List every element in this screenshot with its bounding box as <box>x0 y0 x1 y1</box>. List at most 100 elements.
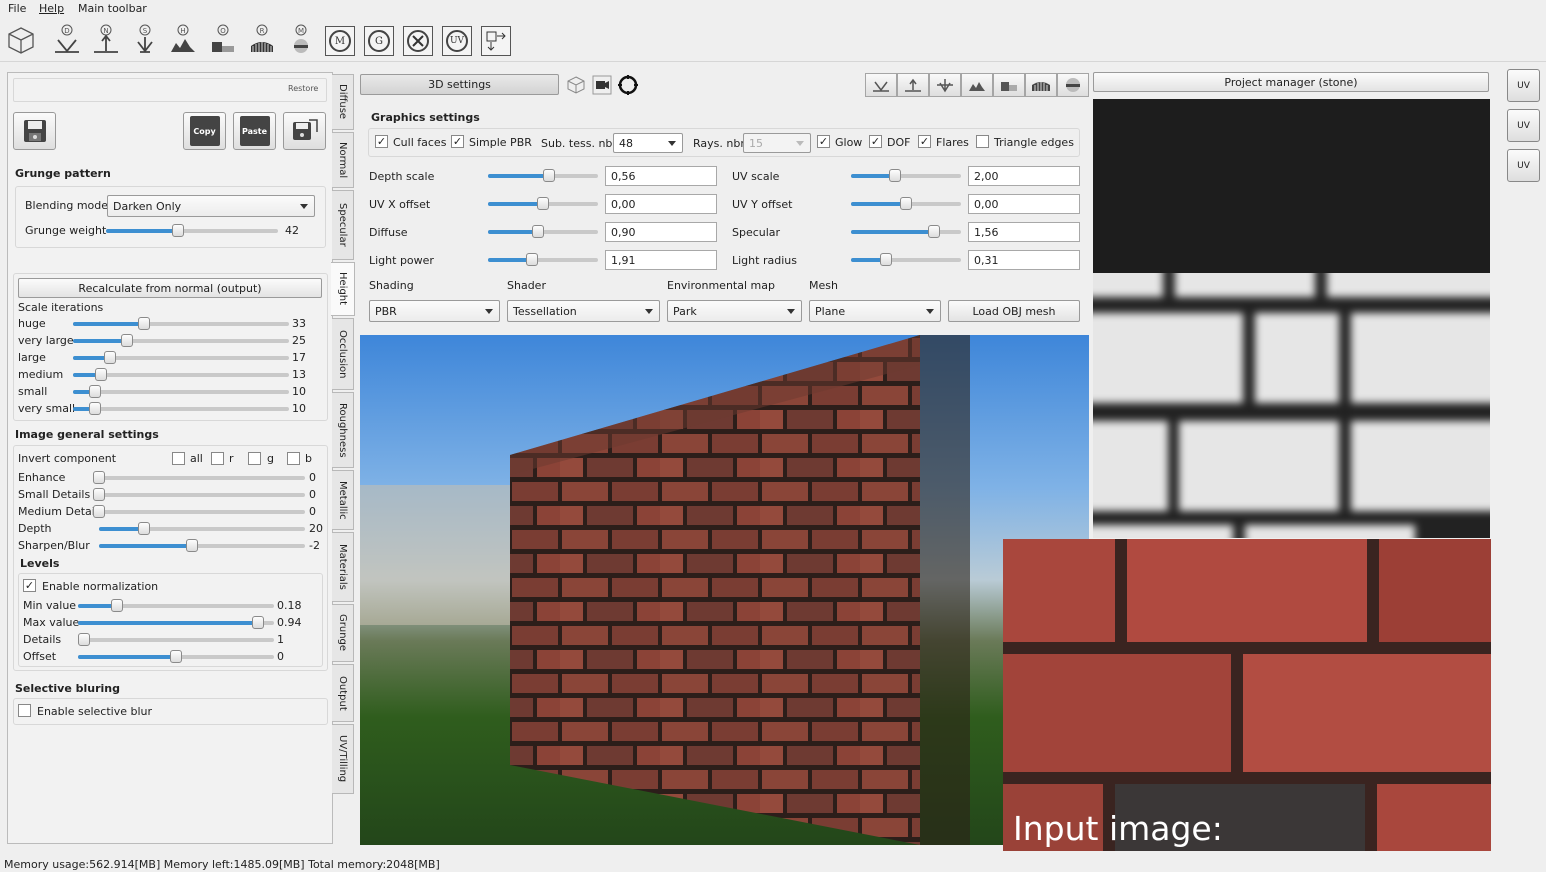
tab-uv-tilling[interactable]: UV/Tilling <box>332 724 354 794</box>
slider-handle[interactable] <box>537 197 549 210</box>
slider-handle[interactable] <box>889 169 901 182</box>
save-as-button[interactable] <box>283 112 326 150</box>
grunge-icon[interactable]: G <box>364 26 394 56</box>
small-roughness-icon[interactable] <box>1025 73 1057 97</box>
slider-handle[interactable] <box>531 225 544 238</box>
param-slider[interactable] <box>851 169 961 182</box>
rays-spinbox[interactable]: 15 <box>743 133 811 153</box>
slider-handle[interactable] <box>170 650 182 663</box>
copy-button[interactable]: Copy <box>183 112 226 150</box>
metallic-icon[interactable]: M <box>285 24 317 56</box>
project-manager-button[interactable]: Project manager (stone) <box>1093 72 1489 92</box>
environmental-map-select[interactable]: Park <box>667 300 802 322</box>
slider-handle[interactable] <box>93 488 105 501</box>
uv-move-button[interactable]: UV <box>1507 69 1540 102</box>
slider-handle[interactable] <box>88 385 101 398</box>
slider-handle[interactable] <box>526 253 538 266</box>
shading-select[interactable]: PBR <box>369 300 500 322</box>
tab-diffuse[interactable]: Diffuse <box>332 74 354 130</box>
menu-help[interactable]: Help <box>39 2 64 15</box>
slider-handle[interactable] <box>138 522 151 535</box>
levels-slider[interactable] <box>78 650 274 663</box>
tab-specular[interactable]: Specular <box>332 190 354 260</box>
slider-handle[interactable] <box>111 599 124 612</box>
glow-checkbox[interactable]: ✓ <box>817 135 830 148</box>
levels-slider[interactable] <box>78 599 274 612</box>
selective-blur-checkbox[interactable] <box>18 704 31 717</box>
occlusion-icon[interactable]: O <box>207 24 239 56</box>
invert-g-checkbox[interactable] <box>248 452 261 465</box>
tab-metallic[interactable]: Metallic <box>332 470 354 530</box>
sub-tess-spinbox[interactable]: 48 <box>613 133 683 153</box>
small-diffuse-icon[interactable] <box>865 73 897 97</box>
param-input[interactable]: 1,56 <box>968 222 1080 242</box>
uv-icon[interactable]: UV <box>442 26 472 56</box>
general-slider[interactable] <box>99 539 305 552</box>
normal-icon[interactable]: N <box>90 24 122 56</box>
param-input[interactable]: 0,31 <box>968 250 1080 270</box>
shader-select[interactable]: Tessellation <box>507 300 660 322</box>
recalculate-button[interactable]: Recalculate from normal (output) <box>18 278 322 298</box>
cull-faces-checkbox[interactable]: ✓ <box>375 135 388 148</box>
slider-handle[interactable] <box>77 633 90 646</box>
scale-slider[interactable] <box>73 351 289 364</box>
menu-file[interactable]: File <box>8 2 26 15</box>
param-input[interactable]: 0,00 <box>605 194 717 214</box>
levels-slider[interactable] <box>78 616 274 629</box>
restore-button[interactable]: Restore <box>288 84 318 93</box>
cube-icon[interactable] <box>5 24 37 56</box>
save-button[interactable] <box>13 112 56 150</box>
param-slider[interactable] <box>488 169 598 182</box>
tab-occlusion[interactable]: Occlusion <box>332 318 354 390</box>
settings-tools-icon[interactable] <box>403 26 433 56</box>
slider-handle[interactable] <box>927 225 940 238</box>
tab-materials[interactable]: Materials <box>332 532 354 602</box>
param-input[interactable]: 0,90 <box>605 222 717 242</box>
invert-r-checkbox[interactable] <box>211 452 224 465</box>
scale-slider[interactable] <box>73 334 289 347</box>
param-input[interactable]: 1,91 <box>605 250 717 270</box>
slider-handle[interactable] <box>900 197 912 210</box>
slider-handle[interactable] <box>185 539 198 552</box>
camera-icon[interactable] <box>592 75 612 98</box>
slider-handle[interactable] <box>542 169 555 182</box>
slider-handle[interactable] <box>95 368 108 381</box>
param-slider[interactable] <box>488 253 598 266</box>
slider-handle[interactable] <box>252 616 265 629</box>
3d-settings-button[interactable]: 3D settings <box>360 74 559 95</box>
simple-pbr-checkbox[interactable]: ✓ <box>451 135 464 148</box>
slider-handle[interactable] <box>93 471 105 484</box>
param-input[interactable]: 0,56 <box>605 166 717 186</box>
small-height-icon[interactable] <box>961 73 993 97</box>
menu-main-toolbar[interactable]: Main toolbar <box>78 2 147 15</box>
slider-handle[interactable] <box>172 224 185 237</box>
param-slider[interactable] <box>851 197 961 210</box>
tab-grunge[interactable]: Grunge <box>332 604 354 662</box>
general-slider[interactable] <box>99 522 305 535</box>
levels-slider[interactable] <box>77 633 274 646</box>
slider-handle[interactable] <box>88 402 101 415</box>
mesh-select[interactable]: Plane <box>809 300 941 322</box>
cube-view-icon[interactable] <box>566 75 586 98</box>
load-obj-mesh-button[interactable]: Load OBJ mesh <box>948 300 1080 322</box>
dof-checkbox[interactable]: ✓ <box>869 135 882 148</box>
small-metallic-icon[interactable] <box>1057 73 1089 97</box>
scale-slider[interactable] <box>73 317 289 330</box>
slider-handle[interactable] <box>121 334 133 347</box>
param-slider[interactable] <box>488 197 598 210</box>
flares-checkbox[interactable]: ✓ <box>918 135 931 148</box>
param-input[interactable]: 2,00 <box>968 166 1080 186</box>
tab-roughness[interactable]: Roughness <box>332 392 354 468</box>
3d-viewport[interactable] <box>360 335 1089 845</box>
slider-handle[interactable] <box>138 317 151 330</box>
diffuse-icon[interactable]: D <box>51 24 83 56</box>
specular-icon[interactable]: S <box>129 24 161 56</box>
height-icon[interactable]: H <box>167 24 199 56</box>
uv-rotate-button[interactable]: UV <box>1507 149 1540 182</box>
paste-button[interactable]: Paste <box>233 112 276 150</box>
param-input[interactable]: 0,00 <box>968 194 1080 214</box>
general-slider[interactable] <box>93 505 305 518</box>
param-slider[interactable] <box>851 253 961 266</box>
general-slider[interactable] <box>93 488 305 501</box>
invert-b-checkbox[interactable] <box>287 452 300 465</box>
